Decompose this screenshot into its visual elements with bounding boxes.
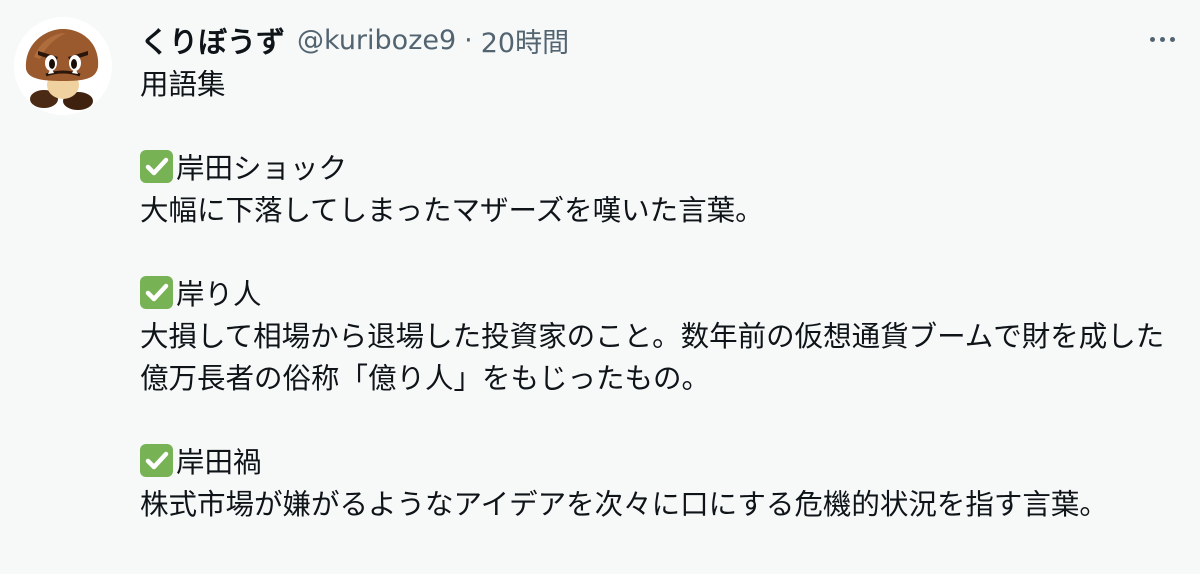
tweet-title: 用語集	[140, 68, 226, 101]
tweet-header: くりぼうず @kuriboze9 · 20時間	[140, 18, 569, 62]
check-mark-button-icon	[140, 150, 173, 183]
more-options-icon[interactable]	[1140, 24, 1184, 54]
entry-term: 岸田禍	[140, 442, 1180, 484]
check-mark-button-icon	[140, 276, 173, 309]
timestamp[interactable]: 20時間	[481, 21, 569, 60]
entry-term-label: 岸田ショック	[176, 152, 348, 185]
entry-term-label: 岸り人	[176, 278, 262, 311]
entry-definition: 株式市場が嫌がるようなアイデアを次々に口にする危機的状況を指す言葉。	[140, 488, 1108, 521]
tweet: くりぼうず @kuriboze9 · 20時間 用語集 岸田ショック 大幅に下落…	[0, 0, 1200, 574]
check-mark-button-icon	[140, 444, 173, 477]
dot	[1159, 36, 1165, 42]
dot	[1169, 36, 1175, 42]
avatar-image	[14, 17, 112, 115]
entry-definition: 大損して相場から退場した投資家のこと。数年前の仮想通貨ブームで財を成した億万長者…	[140, 320, 1165, 395]
entry-term-label: 岸田禍	[176, 446, 262, 479]
entry-term: 岸り人	[140, 274, 1180, 316]
display-name[interactable]: くりぼうず	[140, 19, 285, 61]
goomba-avatar-icon[interactable]	[14, 17, 112, 115]
separator: ·	[464, 24, 473, 56]
tweet-text: 用語集 岸田ショック 大幅に下落してしまったマザーズを嘆いた言葉。 岸り人 大損…	[140, 64, 1180, 526]
user-handle[interactable]: @kuriboze9	[297, 25, 456, 56]
entry-term: 岸田ショック	[140, 148, 1180, 190]
entry-definition: 大幅に下落してしまったマザーズを嘆いた言葉。	[140, 194, 764, 227]
dot	[1149, 36, 1155, 42]
